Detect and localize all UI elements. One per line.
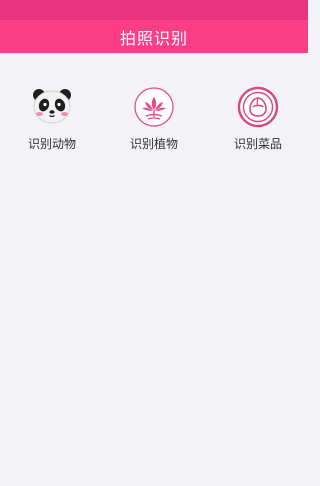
recognize-dish-label: 识别菜品	[233, 137, 282, 151]
recognize-plant-button[interactable]: 识别植物	[111, 85, 197, 155]
recognize-dish-button[interactable]: 识别菜品	[215, 85, 301, 155]
status-bar	[0, 0, 308, 20]
recognize-animal-button[interactable]: 识别动物	[9, 85, 95, 155]
recognize-plant-label: 识别植物	[129, 137, 178, 151]
recognize-animal-label: 识别动物	[27, 137, 76, 151]
top-app-bar: 拍照识别	[0, 20, 308, 53]
lotus-icon	[132, 85, 176, 129]
content-area: 识别动物 识别植物 识别菜品	[0, 53, 308, 486]
panda-icon	[30, 85, 74, 129]
dish-icon	[236, 85, 280, 129]
page-title: 拍照识别	[119, 28, 188, 48]
